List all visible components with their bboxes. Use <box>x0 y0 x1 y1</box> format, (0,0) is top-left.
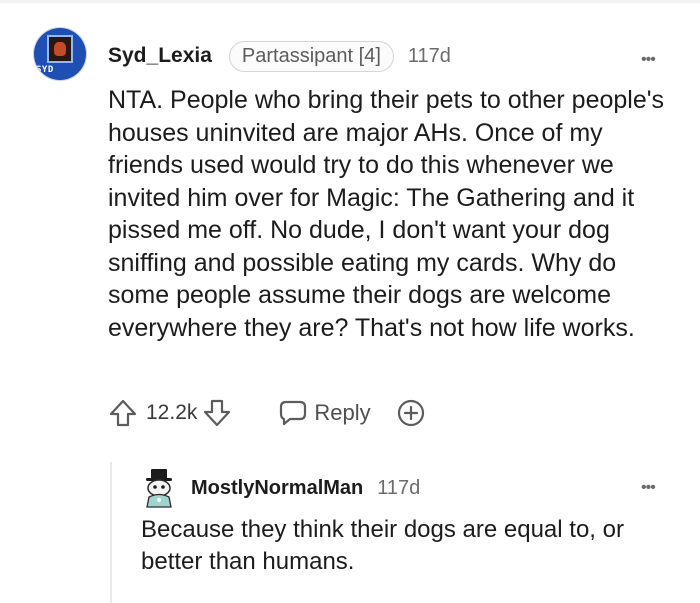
upvote-arrow-icon[interactable] <box>108 398 138 428</box>
comment-age: 117d <box>407 44 451 67</box>
reply-button[interactable]: Reply <box>278 399 371 427</box>
reply-label: Reply <box>314 400 371 425</box>
reply-body: Because they think their dogs are equal … <box>141 516 624 575</box>
more-options-icon[interactable]: ••• <box>641 52 656 68</box>
reply-username[interactable]: MostlyNormalMan <box>191 477 363 500</box>
reply-meta: MostlyNormalMan 117d <box>191 474 420 502</box>
user-flair: Partassipant [4] <box>228 40 394 72</box>
downvote-arrow-icon[interactable] <box>202 398 232 428</box>
speech-bubble-icon <box>278 399 308 427</box>
avatar-text: SYD <box>36 65 54 75</box>
thread-line[interactable] <box>110 462 112 603</box>
username[interactable]: Syd_Lexia <box>108 44 212 68</box>
top-divider <box>0 0 700 3</box>
snoo-top-hat-avatar-icon <box>146 469 172 508</box>
user-avatar[interactable]: SYD <box>34 28 86 80</box>
comment-meta: Syd_Lexia Partassipant [4] 117d <box>108 40 451 72</box>
avatar-art-icon <box>47 35 73 63</box>
reply-age: 117d <box>377 476 421 499</box>
reply-avatar[interactable] <box>139 468 179 508</box>
comment-body: NTA. People who bring their pets to othe… <box>108 86 665 342</box>
comment-actions: 12.2k Reply <box>108 396 427 430</box>
plus-circle-award-icon[interactable] <box>395 397 427 429</box>
reply-more-options-icon[interactable]: ••• <box>641 480 656 496</box>
vote-score: 12.2k <box>146 401 198 424</box>
